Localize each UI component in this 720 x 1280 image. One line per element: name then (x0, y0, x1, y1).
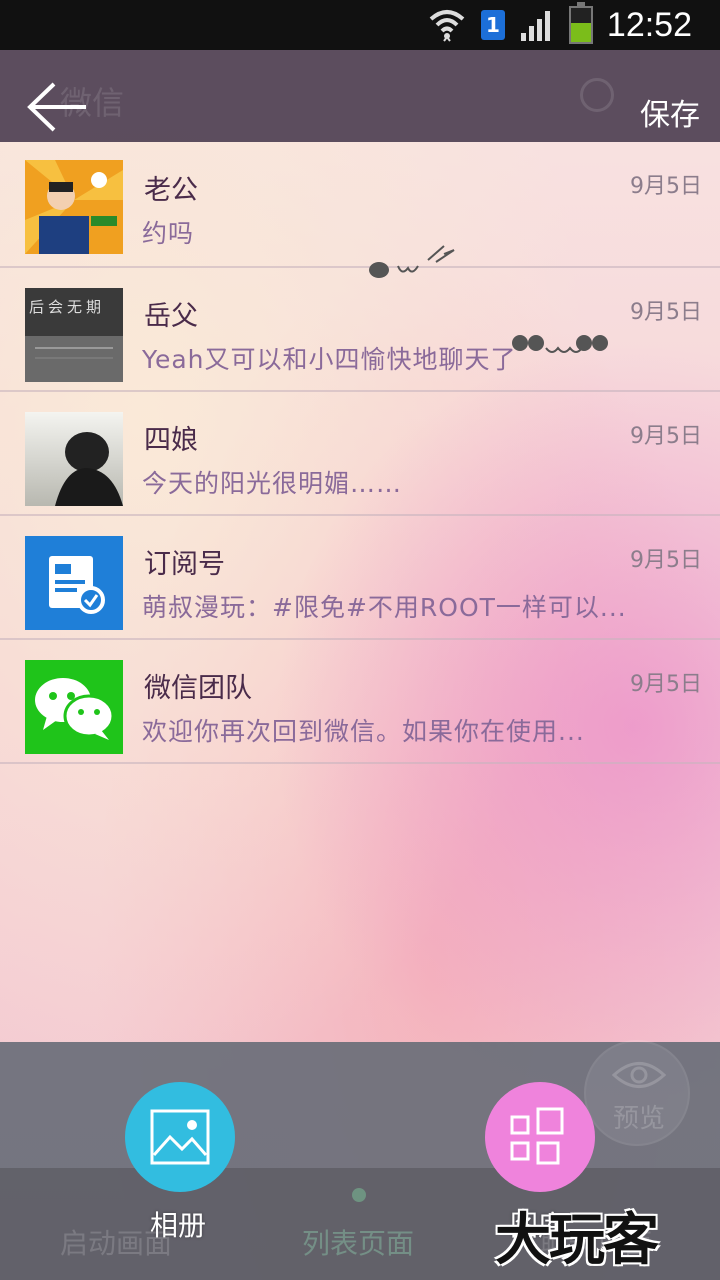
avatar (25, 160, 123, 254)
chat-date: 9月5日 (630, 672, 702, 697)
watermark-logo: 大玩客 (495, 1207, 659, 1273)
doodle-face-icon (369, 245, 455, 278)
chat-name: 四娘 (144, 425, 198, 456)
chat-date: 9月5日 (630, 548, 702, 573)
chat-message: 约吗 (142, 219, 195, 248)
chat-item-wechat-team[interactable]: 微信团队 欢迎你再次回到微信。如果你在使用... 9月5日 (0, 640, 720, 764)
clock: 12:52 (606, 5, 692, 44)
ghost-search-icon (580, 78, 614, 112)
eye-icon (612, 1062, 666, 1088)
chat-item-yuefu[interactable]: 后会无期 岳父 Yeah又可以和小四愉快地聊天了 9月5日 (0, 268, 720, 392)
signal-icon (520, 11, 550, 41)
ghost-tab-indicator (352, 1188, 366, 1202)
wechat-icon (25, 660, 123, 754)
chat-message: 今天的阳光很明媚…… (142, 469, 403, 498)
chat-message: 萌叔漫玩：#限免#不用ROOT一样可以... (142, 593, 627, 622)
wifi-icon (429, 10, 465, 42)
preview-button[interactable]: 预览 (584, 1040, 690, 1146)
preview-label: 预览 (612, 1104, 665, 1134)
gallery-button[interactable] (485, 1082, 595, 1192)
chat-item-siniang[interactable]: 四娘 今天的阳光很明媚…… 9月5日 (0, 392, 720, 516)
album-label: 相册 (150, 1209, 207, 1242)
arrow-left-icon (27, 82, 86, 132)
chat-item-subscriptions[interactable]: 订阅号 萌叔漫玩：#限免#不用ROOT一样可以... 9月5日 (0, 516, 720, 640)
chat-list: 老公 约吗 9月5日 后会无期 岳父 Yeah又可以和小四愉快地聊天了 9月5日 (0, 142, 720, 764)
chat-name: 岳父 (144, 301, 198, 332)
album-button[interactable] (125, 1082, 235, 1192)
avatar-caption: 后会无期 (29, 298, 106, 316)
chat-date: 9月5日 (630, 174, 702, 199)
chat-name: 微信团队 (144, 673, 252, 704)
status-bar: 1 12:52 (0, 0, 720, 50)
subscription-icon (25, 536, 123, 630)
ghost-tab-list: 列表页面 (302, 1227, 415, 1260)
chat-item-laogong[interactable]: 老公 约吗 9月5日 (0, 142, 720, 268)
top-action-bar: 微信 保存 (0, 50, 720, 142)
sim-icon: 1 (480, 10, 505, 40)
chat-message: Yeah又可以和小四愉快地聊天了 (142, 345, 517, 374)
grid-icon (510, 1107, 564, 1165)
save-button[interactable]: 保存 (640, 90, 700, 134)
image-icon (150, 1109, 210, 1165)
back-button[interactable] (26, 82, 88, 132)
chat-date: 9月5日 (630, 424, 702, 449)
chat-name: 订阅号 (144, 549, 225, 580)
doodle-caterpillar-icon (512, 335, 608, 353)
avatar: 后会无期 (25, 288, 123, 382)
chat-name: 老公 (144, 175, 198, 206)
chat-message: 欢迎你再次回到微信。如果你在使用... (142, 717, 585, 746)
avatar (25, 412, 123, 506)
battery-icon (568, 2, 593, 44)
chat-date: 9月5日 (630, 300, 702, 325)
